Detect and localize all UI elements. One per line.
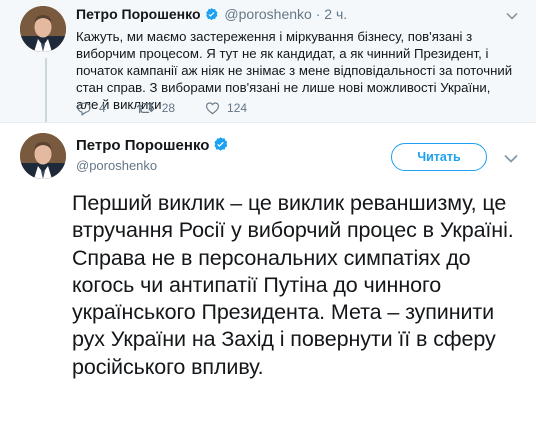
retweet-icon [136, 102, 155, 114]
reply-button[interactable]: 4 [76, 101, 106, 116]
retweet-count: 28 [161, 101, 176, 115]
caret-down-icon[interactable] [504, 150, 518, 168]
author-name[interactable]: Петро Порошенко [76, 6, 201, 22]
caret-down-icon[interactable] [506, 7, 518, 25]
author-name[interactable]: Петро Порошенко [76, 137, 209, 154]
parent-tweet[interactable]: Петро Порошенко @poroshenko · 2 ч. Кажут… [0, 0, 536, 123]
parent-tweet-header: Петро Порошенко @poroshenko · 2 ч. [76, 6, 347, 25]
author-handle[interactable]: @poroshenko [76, 158, 157, 173]
follow-button[interactable]: Читать [391, 143, 487, 171]
like-count: 124 [227, 101, 248, 115]
retweet-button[interactable]: 28 [136, 101, 175, 115]
avatar[interactable] [20, 6, 66, 52]
verified-icon [212, 136, 229, 157]
reply-count: 4 [99, 101, 106, 115]
like-button[interactable]: 124 [205, 101, 247, 115]
author-handle[interactable]: @poroshenko [224, 6, 311, 22]
avatar[interactable] [20, 133, 66, 179]
thread-line [45, 58, 47, 122]
main-tweet-text: Перший виклик – це виклик реваншизму, це… [72, 191, 514, 379]
tweet-actions: 4 28 124 [76, 98, 277, 118]
like-icon [206, 102, 220, 115]
reply-icon [77, 102, 91, 115]
avatar-image [20, 133, 66, 179]
tweet-time[interactable]: 2 ч. [324, 6, 347, 22]
separator-dot: · [315, 6, 321, 22]
verified-icon [204, 7, 219, 25]
author-name-row: Петро Порошенко [76, 136, 231, 157]
avatar-image [20, 6, 66, 52]
